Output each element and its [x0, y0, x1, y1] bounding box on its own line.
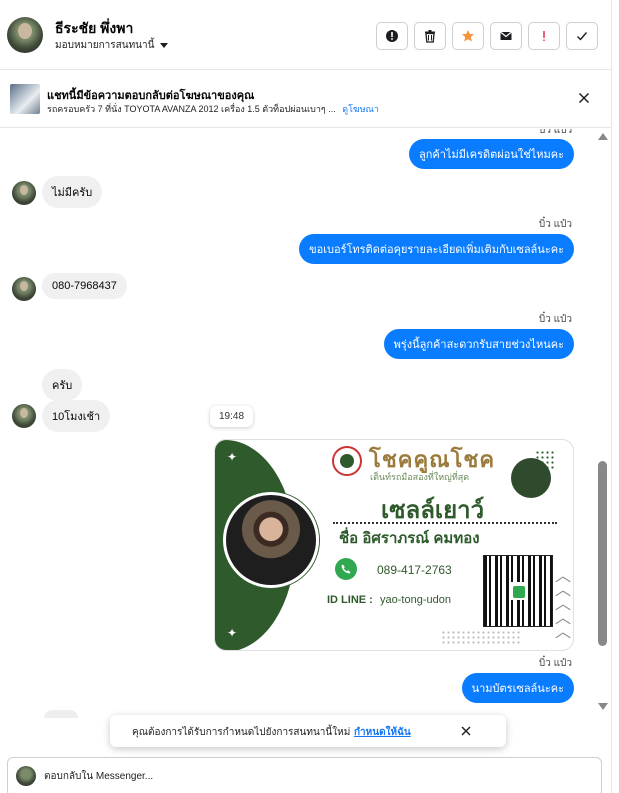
incoming-message[interactable]: 080-7968437	[42, 273, 127, 299]
ad-banner-description: รถครอบครัว 7 ที่นั่ง TOYOTA AVANZA 2012 …	[47, 102, 379, 116]
window-edge	[611, 0, 619, 793]
trash-icon	[425, 30, 435, 43]
star-icon	[462, 30, 474, 42]
delete-button[interactable]	[414, 22, 446, 50]
ad-reply-banner: แชทนี้มีข้อความตอบกลับต่อโฆษณาของคุณ รถค…	[0, 70, 611, 128]
assign-label: มอบหมายการสนทนานี้	[55, 40, 155, 51]
report-button[interactable]	[376, 22, 408, 50]
scroll-down-arrow[interactable]	[598, 703, 608, 710]
spam-button[interactable]	[528, 22, 560, 50]
contact-avatar[interactable]	[7, 17, 43, 53]
message-sender: บิ๋ว แป๋ว	[538, 658, 572, 669]
close-icon[interactable]	[576, 90, 592, 106]
assign-to-me-link[interactable]: กำหนดให้ฉัน	[354, 725, 411, 740]
outgoing-message[interactable]: นามบัตรเซลล์นะคะ	[461, 673, 574, 703]
exclamation-icon	[543, 31, 545, 42]
caret-down-icon	[160, 43, 169, 48]
reply-composer	[7, 757, 602, 793]
scroll-up-arrow[interactable]	[598, 133, 608, 140]
contact-avatar-small[interactable]	[12, 181, 36, 205]
incoming-message[interactable]: ครับ	[42, 369, 83, 401]
outgoing-message[interactable]: ลูกค้าไม่มีเครดิตผ่อนใช่ไหมคะ	[409, 139, 574, 169]
card-phone: 089-417-2763	[377, 563, 452, 577]
sparkle-icon: ✦	[227, 450, 238, 464]
message-sender: บิ๋ว แป๋ว	[538, 314, 572, 325]
conversation-toolbar	[376, 22, 598, 50]
circle-decoration	[511, 458, 551, 498]
message-sender: บิ๋ว แป๋ว	[539, 129, 573, 136]
qr-code	[483, 555, 553, 627]
card-line-id: yao-tong-udon	[380, 594, 451, 606]
star-button[interactable]	[452, 22, 484, 50]
ad-thumbnail[interactable]	[10, 84, 40, 114]
conversation-header: ธีระชัย พึ่งพา มอบหมายการสนทนานี้	[0, 0, 611, 70]
line-logo-icon	[513, 586, 525, 598]
reassign-notice: คุณต้องการได้รับการกำหนดไปยังการสนทนานี้…	[110, 715, 506, 747]
close-icon[interactable]	[460, 725, 472, 737]
scrollbar-thumb[interactable]	[598, 461, 607, 646]
sparkle-icon: ✦	[227, 626, 238, 640]
ad-description-text: รถครอบครัว 7 ที่นั่ง TOYOTA AVANZA 2012 …	[47, 104, 336, 114]
card-slogan: เต็นท์รถมือสองที่ใหญ่ที่สุด	[370, 472, 470, 482]
page-avatar	[16, 766, 36, 786]
message-timestamp: 19:48	[210, 406, 254, 427]
view-ad-link[interactable]: ดูโฆษณา	[342, 104, 379, 114]
done-button[interactable]	[566, 22, 598, 50]
card-line-label: ID LINE :	[327, 594, 373, 606]
reassign-notice-text: คุณต้องการได้รับการกำหนดไปยังการสนทนานี้…	[132, 727, 351, 738]
brand-logo	[332, 446, 362, 476]
contact-avatar-small[interactable]	[12, 277, 36, 301]
dotted-divider	[333, 522, 557, 524]
assign-conversation-dropdown[interactable]: มอบหมายการสนทนานี้	[55, 38, 169, 53]
sales-photo	[223, 492, 319, 588]
phone-icon	[335, 558, 357, 580]
dots-decoration	[441, 630, 521, 646]
envelope-icon	[500, 31, 512, 40]
check-icon	[577, 32, 588, 41]
outgoing-message[interactable]: พรุ่งนี้ลูกค้าสะดวกรับสายช่วงไหนคะ	[383, 329, 574, 359]
card-person-name: ชื่อ อิศราภรณ์ คมทอง	[339, 530, 480, 547]
contact-avatar-small[interactable]	[12, 404, 36, 428]
incoming-message[interactable]: 10โมงเช้า	[42, 400, 111, 432]
message-thread: บิ๋ว แป๋ว ลูกค้าไม่มีเครดิตผ่อนใช่ไหมคะ …	[0, 129, 597, 714]
incoming-message[interactable]: ไม่มีครับ	[42, 176, 103, 208]
chevron-decoration: ︿ ︿ ︿ ︿ ︿	[555, 568, 572, 641]
business-card-image[interactable]: ✦ ✦ โชคคูณโชค เต็นท์รถมือสองที่ใหญ่ที่สุ…	[214, 439, 574, 651]
outgoing-message[interactable]: ขอเบอร์โทรติดต่อคุยรายละเอียดเพิ่มเติมกั…	[299, 234, 574, 264]
mark-unread-button[interactable]	[490, 22, 522, 50]
exclamation-circle-icon	[386, 30, 398, 42]
contact-name[interactable]: ธีระชัย พึ่งพา	[55, 18, 133, 40]
reply-input[interactable]	[44, 766, 544, 786]
message-sender: บิ๋ว แป๋ว	[538, 219, 572, 230]
partial-message-bubble	[44, 710, 78, 718]
